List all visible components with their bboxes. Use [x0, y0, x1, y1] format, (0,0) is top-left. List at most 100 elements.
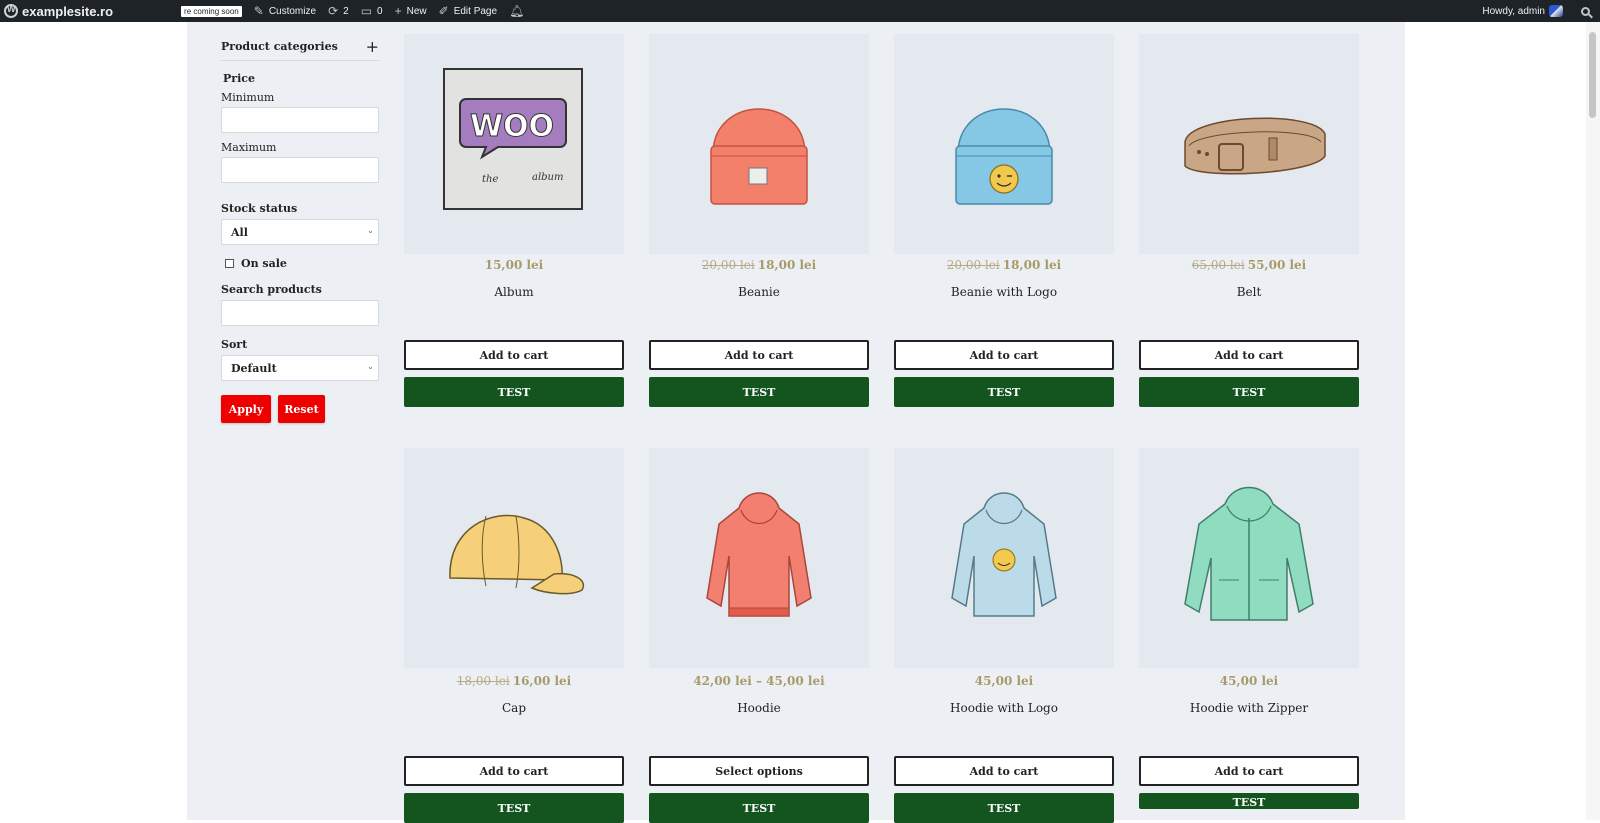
my-account-link[interactable]: Howdy, admin [1476, 0, 1569, 22]
price-current: 45,00 lei [974, 674, 1034, 688]
test-button[interactable]: TEST [649, 377, 869, 407]
beanie-with-logo-image [955, 108, 1053, 205]
comments-link[interactable]: ▭ 0 [355, 0, 389, 22]
edit-page-label: Edit Page [453, 5, 498, 17]
edit-page-link[interactable]: ✐ Edit Page [433, 0, 503, 22]
hoodie-image [706, 492, 812, 617]
site-name: examplesite.ro [22, 3, 114, 19]
sort-value: Default [231, 362, 277, 375]
plus-icon: + [394, 4, 402, 18]
product-price: 20,00 lei 18,00 lei [894, 258, 1114, 272]
apply-button[interactable]: Apply [221, 395, 271, 423]
search-products-title: Search products [221, 283, 322, 296]
scrollbar-thumb[interactable] [1589, 32, 1596, 118]
notifications-link[interactable]: 🔔︎ [503, 0, 535, 22]
album-image: WOO the album [443, 68, 583, 210]
test-button[interactable]: TEST [894, 377, 1114, 407]
comment-icon: ▭ [360, 4, 373, 18]
search-icon[interactable] [1581, 6, 1590, 16]
product-image[interactable] [894, 34, 1114, 254]
chevron-down-icon: ⌄ [367, 362, 374, 371]
product-name[interactable]: Beanie with Logo [894, 285, 1114, 299]
updates-count: 2 [343, 5, 349, 17]
price-current: 18,00 lei [1002, 258, 1062, 272]
price-title: Price [223, 72, 255, 85]
add-to-cart-button[interactable]: Add to cart [1139, 340, 1359, 370]
product-image[interactable] [1139, 448, 1359, 668]
test-button[interactable]: TEST [1139, 377, 1359, 407]
product-image[interactable] [894, 448, 1114, 668]
site-name-link[interactable]: examplesite.ro [0, 0, 119, 22]
price-current: 15,00 lei [484, 258, 544, 272]
howdy-label: Howdy, admin [1482, 5, 1545, 17]
pencil-icon: ✐ [438, 4, 449, 18]
product-image[interactable]: WOO the album [404, 34, 624, 254]
avatar [1549, 5, 1563, 17]
album-logo-text: WOO [470, 109, 554, 144]
stock-status-select[interactable]: All ⌄ [221, 219, 379, 245]
price-old: 65,00 lei [1191, 258, 1245, 272]
product-price: 18,00 lei 16,00 lei [404, 674, 624, 688]
test-button[interactable]: TEST [649, 793, 869, 823]
customize-link[interactable]: ✎ Customize [248, 0, 322, 22]
add-to-cart-button[interactable]: Add to cart [404, 756, 624, 786]
product-name[interactable]: Hoodie with Zipper [1139, 701, 1359, 715]
comments-count: 0 [377, 5, 383, 17]
test-button[interactable]: TEST [404, 793, 624, 823]
album-caption-1: the [482, 174, 498, 185]
new-content-link[interactable]: + New [389, 0, 433, 22]
add-to-cart-button[interactable]: Add to cart [404, 340, 624, 370]
add-to-cart-button[interactable]: Add to cart [894, 756, 1114, 786]
search-products-input[interactable] [221, 300, 379, 326]
product-name[interactable]: Hoodie with Logo [894, 701, 1114, 715]
min-price-input[interactable] [221, 107, 379, 133]
test-button[interactable]: TEST [894, 793, 1114, 823]
hoodie-with-zipper-image [1184, 486, 1314, 621]
product-image[interactable] [1139, 34, 1359, 254]
max-price-input[interactable] [221, 157, 379, 183]
test-button[interactable]: TEST [404, 377, 624, 407]
product-name[interactable]: Belt [1139, 285, 1359, 299]
product-price: 65,00 lei 55,00 lei [1139, 258, 1359, 272]
price-current: 42,00 lei – 45,00 lei [693, 674, 825, 688]
beanie-image [710, 108, 808, 205]
sort-title: Sort [221, 338, 248, 351]
stock-status-title: Stock status [221, 202, 298, 215]
on-sale-label: On sale [241, 257, 287, 270]
product-name[interactable]: Album [404, 285, 624, 299]
add-to-cart-button[interactable]: Add to cart [894, 340, 1114, 370]
price-current: 55,00 lei [1247, 258, 1307, 272]
price-current: 16,00 lei [512, 674, 572, 688]
updates-icon: ⟳ [328, 4, 339, 18]
add-to-cart-button[interactable]: Add to cart [649, 340, 869, 370]
product-image[interactable] [649, 448, 869, 668]
coming-soon-badge-item[interactable]: re coming soon [119, 0, 248, 22]
select-options-button[interactable]: Select options [649, 756, 869, 786]
add-to-cart-button[interactable]: Add to cart [1139, 756, 1359, 786]
page-scrollbar[interactable] [1586, 22, 1600, 820]
on-sale-checkbox[interactable] [225, 259, 234, 268]
test-button[interactable]: TEST [1139, 793, 1359, 809]
updates-link[interactable]: ⟳ 2 [322, 0, 355, 22]
admin-bar: examplesite.ro re coming soon ✎ Customiz… [0, 0, 1600, 22]
product-price: 45,00 lei [1139, 674, 1359, 688]
product-categories-toggle[interactable]: Product categories + [221, 38, 379, 54]
shop-content: Product categories + Price Minimum Maxim… [187, 22, 1405, 823]
price-old: 20,00 lei [946, 258, 1000, 272]
reset-button[interactable]: Reset [278, 395, 325, 423]
product-price: 15,00 lei [404, 258, 624, 272]
chevron-down-icon: ⌄ [367, 226, 374, 235]
product-image[interactable] [404, 448, 624, 668]
plus-icon[interactable]: + [366, 38, 379, 54]
wordpress-logo-icon[interactable] [4, 4, 18, 18]
hoodie-with-logo-image [951, 492, 1057, 617]
product-name[interactable]: Beanie [649, 285, 869, 299]
sort-select[interactable]: Default ⌄ [221, 355, 379, 381]
product-image[interactable] [649, 34, 869, 254]
price-old: 18,00 lei [456, 674, 510, 688]
product-price: 45,00 lei [894, 674, 1114, 688]
product-name[interactable]: Cap [404, 701, 624, 715]
price-current: 45,00 lei [1219, 674, 1279, 688]
product-name[interactable]: Hoodie [649, 701, 869, 715]
brush-icon: ✎ [253, 4, 264, 18]
